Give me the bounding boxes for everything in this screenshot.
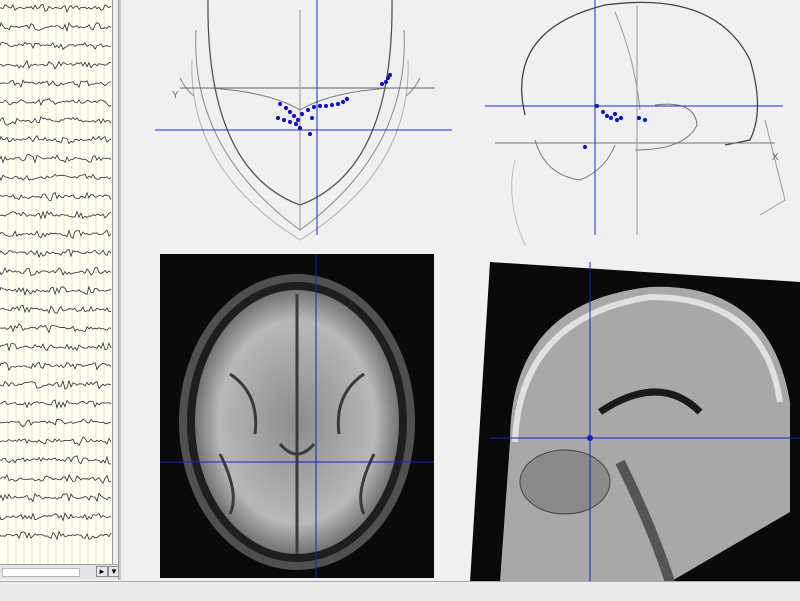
dipole-marker [608, 115, 614, 121]
dipole-marker [340, 99, 346, 105]
dipole-marker [614, 117, 620, 123]
dipole-marker [317, 103, 323, 109]
dipole-marker [281, 117, 287, 123]
dipole-top-view[interactable]: Y [150, 0, 460, 245]
eeg-channel-trace [0, 379, 111, 390]
eeg-channel-trace [0, 285, 112, 296]
eeg-channel-trace [0, 530, 112, 541]
dipole-marker [636, 115, 642, 121]
panel-splitter[interactable] [118, 0, 121, 580]
dipole-marker [283, 105, 289, 111]
dipole-marker [379, 81, 385, 87]
eeg-channel-trace [0, 21, 112, 33]
dipole-marker [612, 111, 618, 117]
dipole-marker [323, 103, 329, 109]
eeg-channel-trace [0, 210, 112, 220]
dipole-marker [329, 102, 335, 108]
eeg-horizontal-scrollbar[interactable]: ► ▼ [0, 564, 120, 579]
eeg-channel-trace [0, 512, 112, 522]
dipole-marker [277, 101, 283, 107]
eeg-channel-trace [0, 134, 112, 145]
eeg-channel-trace [0, 59, 112, 70]
axial-slice-image [160, 254, 434, 578]
dipole-marker [287, 109, 293, 115]
dipole-marker [295, 117, 301, 123]
dipole-marker [293, 121, 299, 127]
eeg-channel-trace [0, 97, 112, 107]
eeg-channel-trace [0, 41, 112, 51]
dipole-marker [387, 72, 393, 78]
dipole-marker [600, 109, 606, 115]
dipole-marker [307, 131, 313, 137]
eeg-channel-trace [0, 79, 112, 89]
dipole-marker [604, 113, 610, 119]
dipole-marker [618, 115, 624, 121]
mri-sagittal-view[interactable] [470, 262, 800, 582]
dipole-marker [344, 96, 350, 102]
eeg-channel-trace [0, 323, 112, 334]
eeg-channel-trace [0, 399, 112, 409]
dipole-marker [582, 144, 588, 150]
eeg-channel-trace [0, 248, 112, 259]
eeg-traces [0, 0, 112, 565]
eeg-channel-trace [0, 304, 112, 314]
eeg-channel-trace [0, 115, 112, 126]
status-bar [0, 581, 800, 601]
eeg-channel-trace [0, 173, 112, 182]
eeg-channel-trace [0, 266, 112, 276]
dipole-marker [291, 113, 297, 119]
dipole-marker [297, 125, 303, 131]
dipole-marker [309, 115, 315, 121]
x-axis-label: X [772, 152, 779, 163]
eeg-channel-trace [0, 191, 112, 202]
eeg-trace-panel[interactable] [0, 0, 113, 578]
scrollbar-track[interactable] [2, 568, 80, 577]
dipole-marker [299, 111, 305, 117]
dipole-marker [275, 115, 281, 121]
eeg-channel-trace [0, 153, 112, 164]
dipole-marker [305, 107, 311, 113]
eeg-channel-trace [0, 341, 112, 352]
eeg-channel-trace [0, 455, 111, 465]
dipole-marker [287, 119, 293, 125]
dipole-marker [311, 104, 317, 110]
dipole-marker [594, 103, 600, 109]
y-axis-label: Y [172, 90, 179, 101]
eeg-channel-trace [0, 3, 112, 14]
eeg-channel-trace [0, 473, 112, 484]
dipole-marker [642, 117, 648, 123]
scroll-right-button[interactable]: ► [96, 566, 108, 577]
eeg-channel-trace [0, 361, 112, 372]
dipole-marker [383, 79, 389, 85]
sagittal-slice-image [470, 262, 800, 582]
dipole-side-view[interactable]: X [485, 0, 800, 245]
mri-axial-view[interactable] [160, 254, 434, 578]
dipole-marker [335, 101, 341, 107]
eeg-channel-trace [0, 229, 112, 239]
eeg-channel-trace [0, 436, 112, 447]
eeg-channel-trace [0, 418, 112, 428]
eeg-channel-trace [0, 492, 112, 503]
